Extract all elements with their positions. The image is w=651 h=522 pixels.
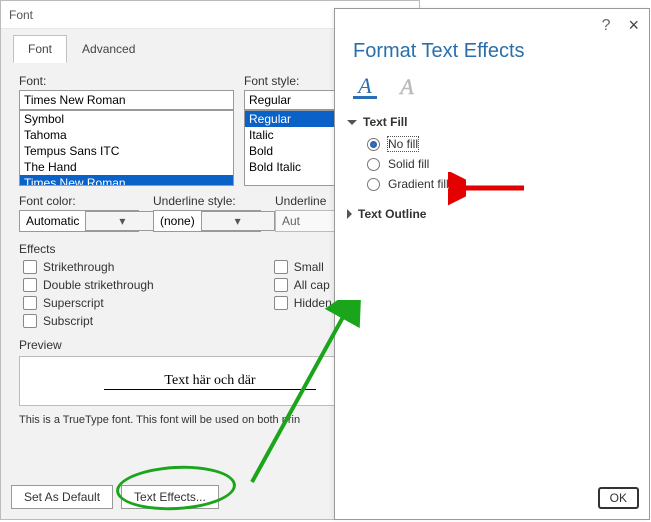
underline-color-label: Underline [275, 194, 339, 208]
format-text-effects-panel: ? × Format Text Effects A A Text Fill No… [334, 8, 650, 520]
font-dialog-title: Font [9, 8, 33, 22]
radio-solid-fill[interactable]: Solid fill [367, 157, 637, 171]
fte-ok-button[interactable]: OK [598, 487, 639, 509]
checkbox-box [274, 278, 288, 292]
preview-text: Text här och där [104, 373, 315, 390]
chevron-right-icon [347, 209, 352, 219]
checkbox-subscript[interactable]: Subscript [23, 314, 154, 328]
text-outline-section: Text Outline [347, 207, 637, 221]
list-item[interactable]: Tempus Sans ITC [20, 143, 233, 159]
chevron-down-icon [347, 120, 357, 125]
underline-style-label: Underline style: [153, 194, 261, 208]
list-item[interactable]: Tahoma [20, 127, 233, 143]
fte-title: Format Text Effects [353, 40, 649, 63]
text-fill-icon[interactable]: A [353, 75, 377, 99]
fte-icon-row: A A [335, 75, 649, 99]
checkbox-superscript[interactable]: Superscript [23, 296, 154, 310]
list-item[interactable]: The Hand [20, 159, 233, 175]
close-icon[interactable]: × [628, 15, 639, 36]
radio-box [367, 138, 380, 151]
fte-titlebar: ? × [335, 9, 649, 36]
font-color-value: Automatic [20, 211, 85, 231]
radio-no-fill[interactable]: No fill [367, 137, 637, 151]
checkbox-box [23, 260, 37, 274]
chevron-down-icon[interactable]: ▾ [85, 211, 159, 231]
checkbox-box [274, 296, 288, 310]
text-effects-button[interactable]: Text Effects... [121, 485, 219, 509]
font-input[interactable] [19, 90, 234, 110]
underline-style-combo[interactable]: (none) ▾ [153, 210, 261, 232]
list-item[interactable]: Times New Roman [20, 175, 233, 186]
text-fill-section: Text Fill No fill Solid fill Gradient fi… [347, 115, 637, 191]
font-label: Font: [19, 74, 234, 88]
set-default-button[interactable]: Set As Default [11, 485, 113, 509]
checkbox-hidden[interactable]: Hidden [274, 296, 332, 310]
text-fill-radios: No fill Solid fill Gradient fill [367, 137, 637, 191]
checkbox-box [23, 314, 37, 328]
text-fill-header[interactable]: Text Fill [347, 115, 637, 129]
font-color-combo[interactable]: Automatic ▾ [19, 210, 139, 232]
underline-color-combo: Aut [275, 210, 339, 232]
help-icon[interactable]: ? [602, 17, 611, 35]
font-color-label: Font color: [19, 194, 139, 208]
radio-box [367, 158, 380, 171]
chevron-down-icon[interactable]: ▾ [201, 211, 275, 231]
checkbox-box [23, 278, 37, 292]
list-item[interactable]: Symbol [20, 111, 233, 127]
fte-ok-bar: OK [598, 487, 639, 509]
text-outline-header[interactable]: Text Outline [347, 207, 637, 221]
radio-gradient-fill[interactable]: Gradient fill [367, 177, 637, 191]
checkbox-smallcaps[interactable]: Small [274, 260, 332, 274]
tab-font[interactable]: Font [13, 35, 67, 63]
checkbox-allcaps[interactable]: All cap [274, 278, 332, 292]
font-listbox[interactable]: Symbol Tahoma Tempus Sans ITC The Hand T… [19, 110, 234, 186]
radio-box [367, 178, 380, 191]
text-outline-icon[interactable]: A [395, 75, 419, 99]
checkbox-box [23, 296, 37, 310]
checkbox-double-strikethrough[interactable]: Double strikethrough [23, 278, 154, 292]
underline-style-value: (none) [154, 211, 201, 231]
checkbox-box [274, 260, 288, 274]
tab-advanced[interactable]: Advanced [67, 35, 150, 63]
underline-color-value: Aut [276, 211, 338, 231]
checkbox-strikethrough[interactable]: Strikethrough [23, 260, 154, 274]
